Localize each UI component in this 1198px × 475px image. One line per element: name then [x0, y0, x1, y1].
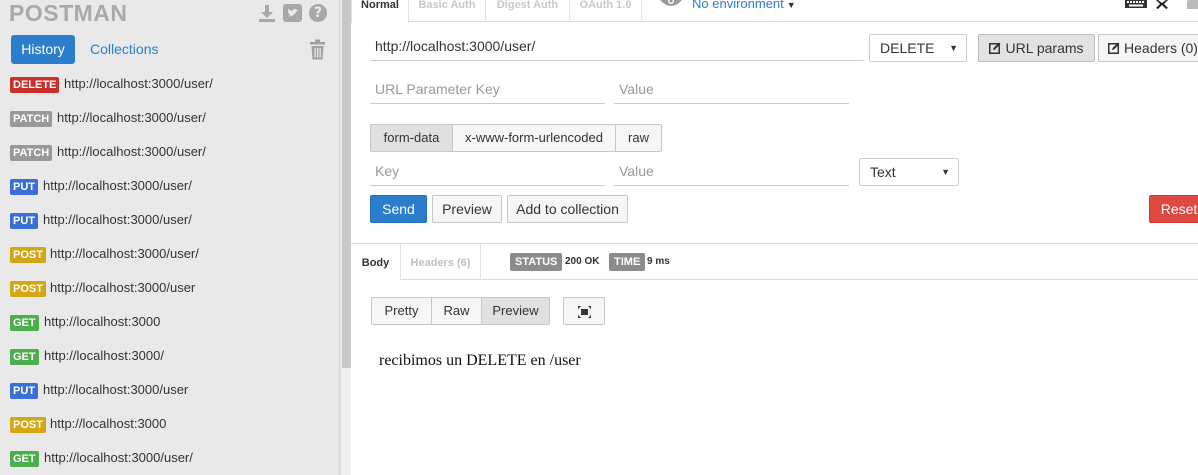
- history-url: http://localhost:3000/user/: [43, 178, 192, 193]
- tab-history[interactable]: History: [11, 35, 75, 64]
- method-badge: PATCH: [10, 111, 53, 127]
- history-url: http://localhost:3000: [44, 314, 161, 329]
- preview-view-button[interactable]: Preview: [481, 297, 550, 325]
- url-param-value-input[interactable]: [614, 74, 849, 104]
- history-url: http://localhost:3000/user/: [57, 144, 206, 159]
- tab-oauth[interactable]: OAuth 1.0: [570, 0, 642, 22]
- method-select[interactable]: DELETE ▼: [869, 34, 967, 62]
- history-url: http://localhost:3000/user: [50, 280, 196, 295]
- url-input[interactable]: [370, 31, 863, 61]
- history-item[interactable]: GET http://localhost:3000/: [0, 340, 340, 374]
- method-badge: PUT: [10, 179, 38, 195]
- keyboard-icon[interactable]: [1125, 0, 1147, 8]
- body-value-input[interactable]: [614, 156, 849, 186]
- tab-response-headers[interactable]: Headers (6): [401, 244, 481, 280]
- tab-basic-auth[interactable]: Basic Auth: [409, 0, 486, 22]
- time-badge: TIME: [609, 253, 646, 271]
- history-url: http://localhost:3000/user/: [57, 110, 206, 125]
- tab-digest-auth-label: Digest Auth: [496, 0, 559, 11]
- eye-icon[interactable]: [660, 0, 682, 8]
- help-icon[interactable]: ?: [309, 4, 327, 22]
- method-badge: PUT: [10, 213, 38, 229]
- chevron-down-icon: ▼: [786, 0, 796, 10]
- postman-logo: POSTMAN: [9, 0, 128, 26]
- history-url: http://localhost:3000/user/: [44, 450, 193, 465]
- history-item[interactable]: POST http://localhost:3000/user: [0, 272, 340, 306]
- history-item[interactable]: POST http://localhost:3000/user/: [0, 238, 340, 272]
- method-select-value: DELETE: [880, 40, 935, 56]
- method-badge: GET: [10, 315, 39, 331]
- tab-normal-label: Normal: [361, 0, 399, 11]
- url-param-key-input[interactable]: [370, 74, 605, 104]
- history-item[interactable]: PUT http://localhost:3000/user: [0, 374, 340, 408]
- status-badge: STATUS: [510, 253, 563, 271]
- method-badge: PUT: [10, 383, 38, 399]
- edit-icon: [1108, 42, 1120, 54]
- reset-button[interactable]: Reset: [1149, 195, 1198, 223]
- preview-button[interactable]: Preview: [432, 195, 502, 223]
- method-badge: GET: [10, 349, 39, 365]
- method-badge: POST: [10, 417, 46, 433]
- headers-label: Headers (0): [1124, 40, 1198, 56]
- method-badge: POST: [10, 247, 46, 263]
- history-url: http://localhost:3000/user/: [50, 246, 199, 261]
- url-params-button[interactable]: URL params: [978, 34, 1095, 62]
- response-bar: Body Headers (6) STATUS 200 OK TIME 9 ms: [351, 243, 1198, 280]
- fullscreen-button[interactable]: [563, 297, 605, 325]
- wrench-icon[interactable]: [1155, 0, 1169, 9]
- fullscreen-icon: [577, 306, 591, 318]
- raw-view-button[interactable]: Raw: [431, 297, 482, 325]
- twitter-icon[interactable]: [283, 4, 302, 22]
- time-value: 9 ms: [647, 256, 670, 267]
- urlencoded-button[interactable]: x-www-form-urlencoded: [452, 124, 616, 152]
- trash-icon[interactable]: [309, 39, 326, 60]
- environment-label: No environment: [692, 0, 784, 11]
- scrollbar-thumb[interactable]: [342, 0, 351, 368]
- history-item[interactable]: GET http://localhost:3000/user/: [0, 442, 340, 475]
- add-to-collection-button[interactable]: Add to collection: [507, 195, 628, 223]
- tab-digest-auth[interactable]: Digest Auth: [486, 0, 570, 22]
- tab-normal[interactable]: Normal: [351, 0, 409, 23]
- send-button[interactable]: Send: [370, 195, 427, 223]
- history-url: http://localhost:3000/: [44, 348, 164, 363]
- tab-collections[interactable]: Collections: [78, 35, 170, 64]
- tab-basic-auth-label: Basic Auth: [418, 0, 476, 11]
- history-item[interactable]: PUT http://localhost:3000/user/: [0, 204, 340, 238]
- raw-body-button[interactable]: raw: [615, 124, 662, 152]
- edit-icon: [989, 42, 1001, 54]
- method-badge: DELETE: [10, 77, 60, 93]
- history-item[interactable]: GET http://localhost:3000: [0, 306, 340, 340]
- settings-icon[interactable]: [1187, 0, 1198, 9]
- status-value: 200 OK: [565, 256, 600, 267]
- sidebar: POSTMAN ? History Collections DELETE http…: [0, 0, 340, 475]
- history-item[interactable]: POST http://localhost:3000: [0, 408, 340, 442]
- history-list: DELETE http://localhost:3000/user/PATCH ht…: [0, 68, 340, 475]
- environment-select[interactable]: No environment ▼: [692, 0, 796, 13]
- history-item[interactable]: DELETE http://localhost:3000/user/: [0, 68, 340, 102]
- tab-oauth-label: OAuth 1.0: [579, 0, 632, 11]
- response-body-text: recibimos un DELETE en /user: [379, 352, 581, 369]
- body-type-value: Text: [870, 164, 896, 180]
- download-icon[interactable]: [258, 4, 276, 22]
- history-item[interactable]: PATCH http://localhost:3000/user/: [0, 102, 340, 136]
- chevron-down-icon: ▼: [949, 43, 958, 53]
- sidebar-scrollbar[interactable]: [340, 0, 351, 475]
- history-item[interactable]: PUT http://localhost:3000/user/: [0, 170, 340, 204]
- body-key-input[interactable]: [370, 156, 605, 186]
- url-params-label: URL params: [1005, 40, 1084, 56]
- history-item[interactable]: PATCH http://localhost:3000/user/: [0, 136, 340, 170]
- pretty-view-button[interactable]: Pretty: [371, 297, 432, 325]
- tab-response-body[interactable]: Body: [351, 244, 401, 280]
- history-url: http://localhost:3000: [50, 416, 167, 431]
- headers-button[interactable]: Headers (0): [1098, 34, 1198, 62]
- history-url: http://localhost:3000/user: [43, 382, 189, 397]
- history-url: http://localhost:3000/user/: [43, 212, 192, 227]
- history-url: http://localhost:3000/user/: [64, 76, 213, 91]
- method-badge: GET: [10, 451, 39, 467]
- method-badge: POST: [10, 281, 46, 297]
- method-badge: PATCH: [10, 145, 53, 161]
- form-data-button[interactable]: form-data: [370, 124, 453, 152]
- body-type-select[interactable]: Text ▼: [859, 158, 959, 186]
- chevron-down-icon: ▼: [941, 167, 950, 177]
